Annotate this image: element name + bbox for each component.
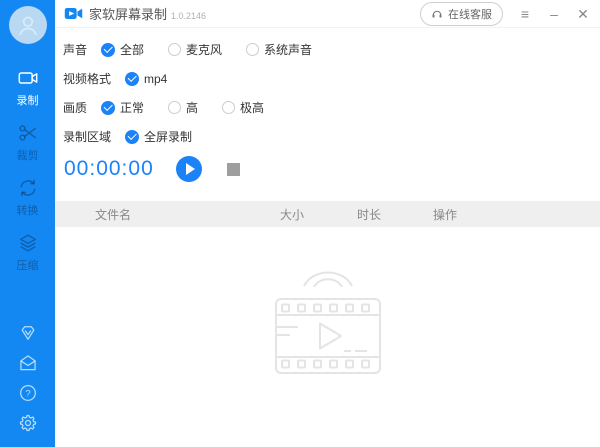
main-area: 家软屏幕录制 1.0.2146 在线客服 ≡ – ✕ 声音 (55, 0, 600, 447)
checked-radio-icon (101, 101, 115, 115)
sidebar-item-convert[interactable]: 转换 (0, 170, 55, 225)
minimize-icon[interactable]: – (547, 7, 561, 21)
checked-radio-icon (125, 130, 139, 144)
format-option-row: 视频格式 mp4 (63, 64, 600, 93)
timer-display: 00:00:00 (64, 157, 154, 181)
settings-gear-icon[interactable] (18, 413, 38, 433)
format-choice-mp4[interactable]: mp4 (125, 72, 167, 86)
unchecked-radio-icon (168, 43, 181, 56)
unchecked-radio-icon (222, 101, 235, 114)
sidebar-item-label: 裁剪 (17, 147, 39, 163)
svg-text:?: ? (25, 389, 30, 400)
convert-arrows-icon (17, 177, 39, 199)
app-window: 录制 裁剪 转换 (0, 0, 600, 447)
sound-choice-system[interactable]: 系统声音 (246, 41, 312, 58)
app-title: 家软屏幕录制 (89, 4, 167, 23)
region-label: 录制区域 (63, 128, 111, 145)
stop-record-button[interactable] (227, 163, 240, 176)
quality-choice-normal[interactable]: 正常 (101, 99, 144, 116)
scissors-icon (17, 122, 39, 144)
recording-options: 声音 全部 麦克风 系统声音 视频格式 mp4 (55, 28, 600, 151)
sound-choice-all[interactable]: 全部 (101, 41, 144, 58)
sound-choice-mic[interactable]: 麦克风 (168, 41, 222, 58)
sidebar: 录制 裁剪 转换 (0, 0, 55, 447)
sidebar-item-label: 转换 (17, 202, 39, 218)
sidebar-item-record[interactable]: 录制 (0, 60, 55, 115)
unchecked-radio-icon (246, 43, 259, 56)
online-service-label: 在线客服 (448, 6, 492, 22)
column-filename: 文件名 (55, 206, 280, 223)
choice-label: 正常 (120, 99, 144, 116)
sidebar-bottom-icons: ? (18, 323, 38, 433)
recorder-bar: 00:00:00 (55, 151, 600, 187)
titlebar: 家软屏幕录制 1.0.2146 在线客服 ≡ – ✕ (55, 0, 600, 28)
close-icon[interactable]: ✕ (576, 7, 590, 21)
choice-label: 极高 (240, 99, 264, 116)
start-record-button[interactable] (176, 156, 202, 182)
user-icon (15, 12, 41, 38)
choice-label: 麦克风 (186, 41, 222, 58)
headset-icon (431, 8, 443, 20)
app-logo-icon (64, 4, 83, 23)
sidebar-item-label: 录制 (17, 92, 39, 108)
sidebar-item-trim[interactable]: 裁剪 (0, 115, 55, 170)
column-duration: 时长 (357, 206, 433, 223)
mail-icon[interactable] (18, 353, 38, 373)
checked-radio-icon (101, 43, 115, 57)
column-action: 操作 (433, 206, 600, 223)
choice-label: mp4 (144, 72, 167, 86)
app-version: 1.0.2146 (171, 11, 206, 21)
sound-label: 声音 (63, 41, 87, 58)
avatar[interactable] (9, 6, 47, 44)
region-option-row: 录制区域 全屏录制 (63, 122, 600, 151)
sidebar-nav: 录制 裁剪 转换 (0, 60, 55, 280)
quality-choice-ultra[interactable]: 极高 (222, 99, 264, 116)
format-label: 视频格式 (63, 70, 111, 87)
layers-icon (17, 232, 39, 254)
quality-choice-high[interactable]: 高 (168, 99, 198, 116)
sound-option-row: 声音 全部 麦克风 系统声音 (63, 35, 600, 64)
video-camera-icon (17, 67, 39, 89)
choice-label: 全屏录制 (144, 128, 192, 145)
quality-label: 画质 (63, 99, 87, 116)
checked-radio-icon (125, 72, 139, 86)
vip-diamond-icon[interactable] (18, 323, 38, 343)
help-icon[interactable]: ? (18, 383, 38, 403)
titlebar-controls: 在线客服 ≡ – ✕ (420, 2, 590, 26)
sidebar-item-compress[interactable]: 压缩 (0, 225, 55, 280)
quality-option-row: 画质 正常 高 极高 (63, 93, 600, 122)
column-size: 大小 (280, 206, 357, 223)
choice-label: 高 (186, 99, 198, 116)
unchecked-radio-icon (168, 101, 181, 114)
online-service-button[interactable]: 在线客服 (420, 2, 503, 26)
region-choice-fullscreen[interactable]: 全屏录制 (125, 128, 192, 145)
sidebar-item-label: 压缩 (17, 257, 39, 273)
film-strip-placeholder-icon (262, 265, 394, 387)
file-table-header: 文件名 大小 时长 操作 (55, 201, 600, 227)
empty-file-list (55, 227, 600, 447)
choice-label: 全部 (120, 41, 144, 58)
choice-label: 系统声音 (264, 41, 312, 58)
menu-icon[interactable]: ≡ (518, 7, 532, 21)
